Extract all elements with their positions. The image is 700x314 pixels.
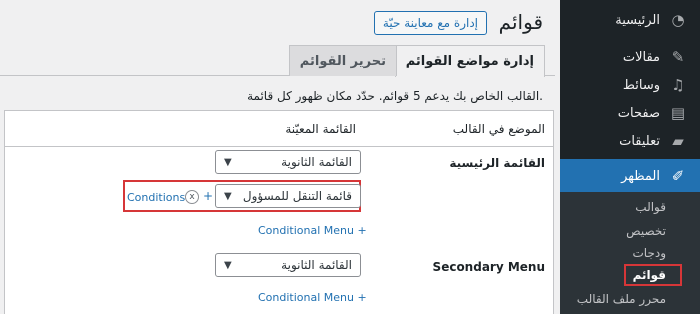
- sidebar-item-label: مقالات: [622, 49, 660, 65]
- pages-icon: ▤: [670, 104, 686, 122]
- sidebar-item-label: صفحات: [617, 105, 660, 121]
- conditional-menu-link-secondary[interactable]: Conditional Menu +: [258, 291, 367, 304]
- sidebar-item-label: وسائط: [622, 77, 660, 93]
- submenu-themes[interactable]: قوالب: [560, 200, 700, 214]
- secondary-menu-select[interactable]: ▼ القائمة الثانوية: [215, 253, 361, 277]
- description-text: القالب الخاص بك يدعم 5 قوائم. حدّد مكان …: [247, 89, 543, 103]
- column-header-assigned-menu: القائمة المعيّنة: [285, 122, 356, 136]
- tab-edit-menus[interactable]: تحرير القوائم: [288, 45, 397, 76]
- chevron-down-icon: ▼: [224, 156, 232, 168]
- submenu-customize[interactable]: تخصيص: [560, 224, 700, 238]
- menu-locations-table: الموضع في القالب القائمة المعيّنة القائم…: [4, 110, 554, 314]
- submenu-widgets[interactable]: ودجات: [560, 246, 700, 260]
- comments-icon: ▰: [672, 132, 684, 150]
- add-condition-plus[interactable]: +: [203, 189, 213, 203]
- nav-tabs: إدارة مواضع القوائم تحرير القوائم: [0, 45, 555, 77]
- remove-condition-icon[interactable]: x: [185, 190, 199, 204]
- conditional-menu-select[interactable]: ▼ قائمة التنقل للمسؤول: [215, 184, 361, 208]
- select-value: القائمة الثانوية: [281, 258, 352, 272]
- chevron-down-icon: ▼: [224, 190, 232, 202]
- sidebar-item-label: تعليقات: [619, 133, 660, 149]
- menus-highlight-box: [624, 264, 682, 286]
- pin-icon: ✎: [671, 48, 685, 66]
- table-header: الموضع في القالب القائمة المعيّنة: [5, 111, 553, 147]
- sidebar-item-dashboard[interactable]: ◔ الرئيسية: [560, 3, 700, 37]
- sidebar-item-comments[interactable]: ▰ تعليقات: [560, 124, 700, 158]
- conditional-menu-link-primary[interactable]: Conditional Menu +: [258, 224, 367, 237]
- appearance-icon: ✐: [671, 167, 685, 185]
- sidebar-item-appearance[interactable]: ✐ المظهر: [552, 159, 700, 193]
- submenu-theme-editor[interactable]: محرر ملف القالب: [560, 292, 700, 306]
- conditions-link[interactable]: Conditions: [127, 191, 185, 204]
- sidebar-item-label: الرئيسية: [615, 12, 660, 28]
- page-title: قوائم: [498, 10, 543, 34]
- select-value: القائمة الثانوية: [281, 155, 352, 169]
- select-value: قائمة التنقل للمسؤول: [242, 189, 352, 203]
- chevron-down-icon: ▼: [224, 259, 232, 271]
- sidebar-item-label: المظهر: [621, 168, 660, 184]
- primary-menu-select[interactable]: ▼ القائمة الثانوية: [215, 150, 361, 174]
- manage-live-preview-button[interactable]: إدارة مع معاينة حيّة: [373, 11, 487, 35]
- location-label-primary: القائمة الرئيسية: [449, 156, 545, 170]
- tab-manage-locations[interactable]: إدارة مواضع القوائم: [394, 45, 545, 77]
- location-label-secondary: Secondary Menu: [432, 260, 545, 274]
- column-header-location: الموضع في القالب: [452, 122, 545, 136]
- dashboard-icon: ◔: [671, 11, 685, 29]
- media-icon: ♫: [671, 76, 685, 94]
